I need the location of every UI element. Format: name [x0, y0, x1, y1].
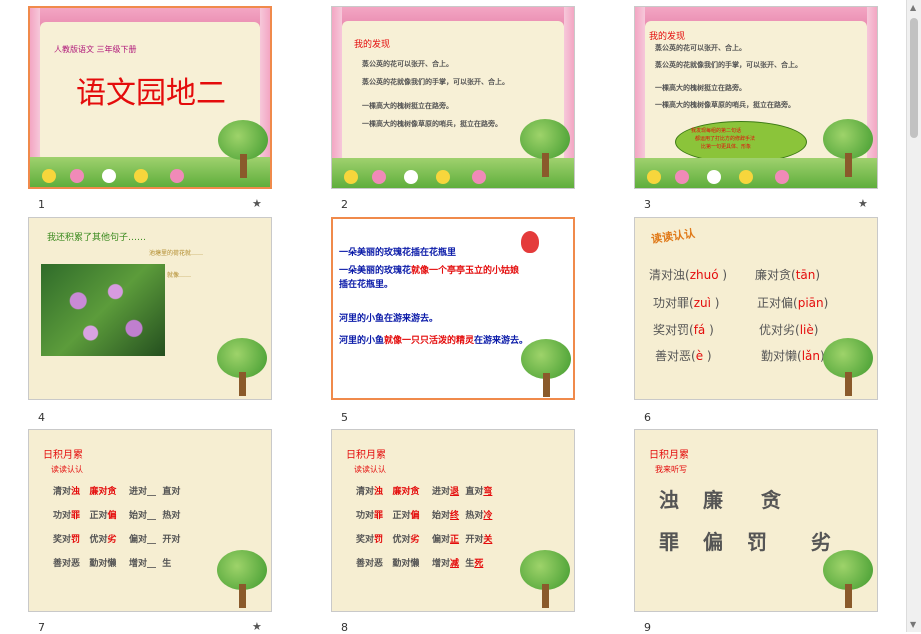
slide-heading: 我的发现 — [649, 32, 686, 42]
note-text: 池塘里的荷花就…… — [149, 250, 204, 257]
tree-illustration — [217, 338, 267, 396]
tree-illustration — [520, 550, 570, 608]
slide-heading: 日积月累 — [43, 450, 83, 461]
text-line: 一棵高大的槐树挺立在路旁。 — [362, 102, 453, 110]
tree-illustration — [520, 119, 570, 177]
slide-thumbnail-8[interactable]: 日积月累 读读认认 清对浊 廉对贪 进对退 直对弯 功对罪 正对偏 始对终 热对… — [331, 429, 575, 612]
tree-illustration — [217, 550, 267, 608]
tree-illustration — [218, 120, 268, 178]
slide-number: 7 — [38, 621, 45, 634]
grid-row: 清对浊 廉对贪 进对__ 直对 — [53, 487, 181, 497]
bubble-text: 我发现每组的第二句话 — [691, 128, 742, 134]
slide-subheading: 读读认认 — [354, 465, 386, 474]
note-text: 就像…… — [167, 272, 192, 279]
animation-star-icon: ★ — [858, 197, 868, 210]
text-line: 一棵高大的槐树像草原的哨兵，挺立在路旁。 — [362, 120, 502, 128]
dictation-char: 罪 — [659, 530, 679, 554]
word-pair: 清对浊(zhuó ) — [649, 268, 728, 282]
word-pair: 奖对罚(fá ) — [653, 323, 714, 337]
slide-heading: 日积月累 — [649, 450, 689, 461]
slide-subheading: 读读认认 — [51, 465, 83, 474]
grid-row: 奖对罚 优对劣 偏对__ 开对 — [53, 535, 181, 545]
word-pair: 善对恶(è ) — [655, 349, 712, 363]
simile-highlight: 就像一个亭亭玉立的小姑娘 — [411, 266, 520, 276]
slide-thumbnail-3[interactable]: 我的发现 蒸公英的花可以张开、合上。 蒸公英的花就像我们的手掌，可以张开、合上。… — [634, 6, 878, 189]
grid-row: 善对恶 勤对懒 增对__ 生 — [53, 559, 172, 569]
text-line: 一棵高大的槐树像草原的哨兵，挺立在路旁。 — [655, 101, 795, 109]
slide-thumbnail-4[interactable]: 我还积累了其他句子…… 池塘里的荷花就…… 就像…… — [28, 217, 272, 400]
text-line: 蒸公英的花就像我们的手掌，可以张开、合上。 — [362, 78, 509, 86]
slide-thumbnail-6[interactable]: 读读认认 清对浊(zhuó ) 廉对贪(tān) 功对罪(zuì ) 正对偏(p… — [634, 217, 878, 400]
scroll-up-icon[interactable]: ▲ — [910, 3, 916, 12]
word-pair: 功对罪(zuì ) — [653, 296, 720, 310]
tree-illustration — [823, 119, 873, 177]
slide-number: 4 — [38, 411, 45, 424]
grid-row: 功对罪 正对偏 始对终 热对冷 — [356, 511, 493, 521]
slide-title: 语文园地二 — [76, 76, 226, 111]
grid-row: 清对浊 廉对贪 进对退 直对弯 — [356, 487, 493, 497]
text-line: 蒸公英的花可以张开、合上。 — [362, 60, 453, 68]
tree-illustration — [823, 338, 873, 396]
vertical-scrollbar[interactable]: ▲ ▼ — [906, 0, 921, 632]
slide-number: 3 — [644, 198, 651, 211]
grid-row: 奖对罚 优对劣 偏对正 开对关 — [356, 535, 493, 545]
sentence: 一朵美丽的玫瑰花插在花瓶里 — [339, 248, 457, 258]
bubble-text: 都运用了打比方的修辞手法 — [695, 136, 756, 142]
word-pair: 正对偏(piān) — [757, 296, 829, 310]
slide-number: 2 — [341, 198, 348, 211]
tree-illustration — [521, 339, 571, 397]
slide-thumbnail-9[interactable]: 日积月累 我来听写 浊 廉 贪 罪 偏 罚 劣 — [634, 429, 878, 612]
slide-thumbnail-1[interactable]: 人教版语文 三年级下册 语文园地二 — [28, 6, 272, 189]
word-pair: 优对劣(liè) — [759, 323, 819, 337]
slide-heading: 我还积累了其他句子…… — [47, 233, 147, 243]
tree-illustration — [823, 550, 873, 608]
scrollbar-thumb[interactable] — [910, 18, 918, 138]
word-pair: 勤对懒(lǎn) — [761, 349, 825, 363]
text-line: 蒸公英的花就像我们的手掌，可以张开、合上。 — [655, 61, 802, 69]
word-pair: 廉对贪(tān) — [755, 268, 821, 282]
dictation-char: 偏 — [703, 530, 723, 554]
slide-number: 9 — [644, 621, 651, 634]
lotus-photo — [41, 264, 165, 356]
sentence-part: 一朵美丽的玫瑰花 — [339, 266, 412, 276]
slide-heading: 日积月累 — [346, 450, 386, 461]
sentence: 一朵美丽的玫瑰花就像一个亭亭玉立的小姑娘 — [339, 263, 519, 276]
animation-star-icon: ★ — [252, 197, 262, 210]
slide-number: 8 — [341, 621, 348, 634]
slide-subtitle: 人教版语文 三年级下册 — [54, 45, 137, 54]
slide-heading: 我的发现 — [354, 40, 391, 50]
simile-highlight: 就像一只只活泼的精灵 — [384, 336, 475, 346]
sentence: 河里的小鱼在游来游去。 — [339, 314, 439, 324]
slide-number: 1 — [38, 198, 45, 211]
dictation-char: 浊 — [659, 488, 679, 512]
dictation-char: 贪 — [761, 488, 781, 512]
scroll-down-icon[interactable]: ▼ — [910, 620, 916, 629]
text-line: 蒸公英的花可以张开、合上。 — [655, 44, 746, 52]
dictation-char: 罚 — [747, 530, 767, 554]
strawberry-doll-icon — [521, 231, 539, 253]
sentence: 插在花瓶里。 — [339, 280, 394, 290]
wordart-heading: 读读认认 — [650, 226, 696, 246]
slide-number: 6 — [644, 411, 651, 424]
text-line: 一棵高大的槐树挺立在路旁。 — [655, 84, 746, 92]
sentence-part: 在游来游去。 — [474, 336, 529, 346]
slide-subheading: 我来听写 — [655, 465, 687, 474]
grid-row: 善对恶 勤对懒 增对减 生死 — [356, 559, 484, 569]
animation-star-icon: ★ — [252, 620, 262, 633]
slide-thumbnail-2[interactable]: 我的发现 蒸公英的花可以张开、合上。 蒸公英的花就像我们的手掌，可以张开、合上。… — [331, 6, 575, 189]
bubble-text: 比第一句更具体、形象 — [701, 144, 752, 150]
sentence: 河里的小鱼就像一只只活泼的精灵在游来游去。 — [339, 333, 528, 346]
grid-row: 功对罪 正对偏 始对__ 热对 — [53, 511, 181, 521]
sentence-part: 河里的小鱼 — [339, 336, 385, 346]
slide-thumbnail-5[interactable]: 一朵美丽的玫瑰花插在花瓶里 一朵美丽的玫瑰花就像一个亭亭玉立的小姑娘 插在花瓶里… — [331, 217, 575, 400]
slide-number: 5 — [341, 411, 348, 424]
dictation-char: 廉 — [703, 488, 723, 512]
slide-thumbnail-7[interactable]: 日积月累 读读认认 清对浊 廉对贪 进对__ 直对 功对罪 正对偏 始对__ 热… — [28, 429, 272, 612]
